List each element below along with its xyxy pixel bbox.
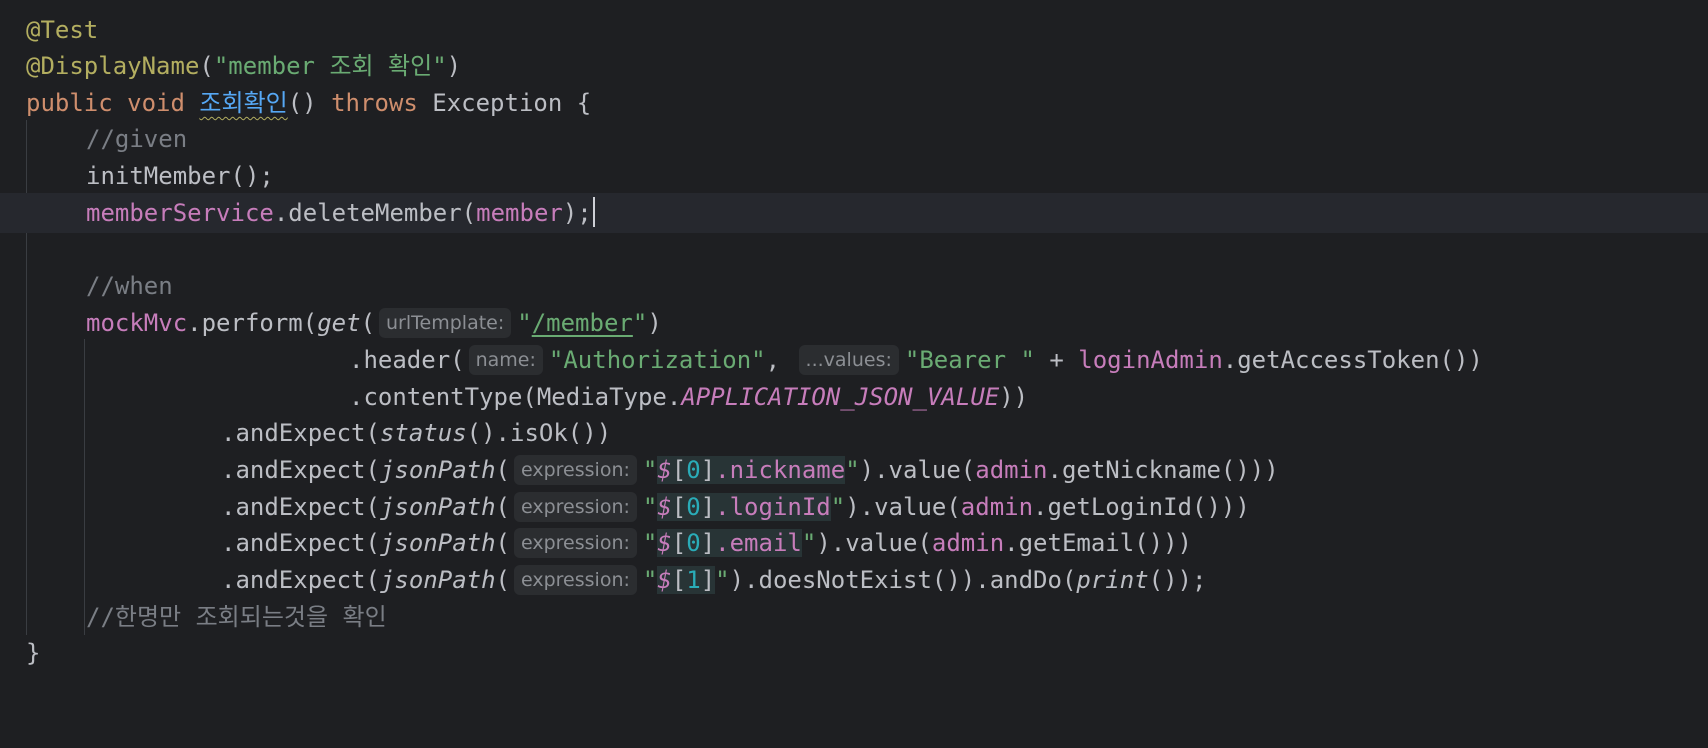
fn-json-path: jsonPath bbox=[379, 456, 496, 484]
param-hint-expression: expression: bbox=[514, 565, 637, 595]
code-line-8[interactable]: mockMvc.perform(get(urlTemplate: "/member… bbox=[0, 303, 1708, 343]
field-mock-mvc: mockMvc bbox=[86, 309, 188, 337]
fn-status: status bbox=[379, 419, 467, 447]
keyword-public: public bbox=[26, 89, 113, 117]
json-path-expression: $[0].nickname bbox=[657, 456, 846, 484]
fn-json-path: jsonPath bbox=[379, 493, 496, 521]
fn-print: print bbox=[1076, 566, 1149, 594]
code-line-15[interactable]: .andExpect(jsonPath(expression: "$[1]").d… bbox=[0, 560, 1708, 600]
keyword-void: void bbox=[127, 89, 185, 117]
field-member: member bbox=[476, 199, 563, 227]
param-hint-expression: expression: bbox=[514, 492, 637, 522]
code-line-9[interactable]: .header(name: "Authorization", ...values:… bbox=[0, 340, 1708, 380]
exception-type: Exception { bbox=[432, 89, 592, 117]
method-name[interactable]: 조회확인 bbox=[199, 89, 287, 117]
param-hint-expression: expression: bbox=[514, 528, 637, 558]
field-admin: admin bbox=[960, 493, 1034, 521]
param-hint-url-template: urlTemplate: bbox=[379, 308, 512, 338]
string-bearer: "Bearer " bbox=[904, 346, 1035, 374]
string-authorization: "Authorization" bbox=[548, 346, 766, 374]
text-caret bbox=[592, 197, 595, 227]
fn-get: get bbox=[317, 309, 361, 337]
keyword-throws: throws bbox=[331, 89, 418, 117]
code-line-4[interactable]: //given bbox=[0, 119, 1708, 159]
code-line-10[interactable]: .contentType(MediaType.APPLICATION_JSON_… bbox=[0, 377, 1708, 417]
code-line-7[interactable]: //when bbox=[0, 266, 1708, 306]
annotation-displayname: @DisplayName bbox=[26, 52, 200, 80]
param-hint-expression: expression: bbox=[514, 455, 637, 485]
field-member-service: memberService bbox=[86, 199, 274, 227]
fn-json-path: jsonPath bbox=[379, 566, 496, 594]
code-line-17[interactable]: } bbox=[0, 633, 1708, 673]
field-admin: admin bbox=[975, 456, 1048, 484]
comment-when: //when bbox=[86, 272, 173, 300]
json-path-expression: $[0].loginId bbox=[657, 493, 831, 521]
json-path-expression: $[0].email bbox=[657, 529, 802, 557]
comment-confirm: //한명만 조회되는것을 확인 bbox=[86, 603, 387, 631]
code-editor[interactable]: @Test @DisplayName("member 조회 확인") publi… bbox=[0, 0, 1708, 748]
code-line-5[interactable]: initMember(); bbox=[0, 156, 1708, 196]
field-login-admin: loginAdmin bbox=[1078, 346, 1223, 374]
code-line-2[interactable]: @DisplayName("member 조회 확인") bbox=[0, 46, 1708, 86]
code-line-13[interactable]: .andExpect(jsonPath(expression: "$[0].log… bbox=[0, 487, 1708, 527]
const-application-json: APPLICATION_JSON_VALUE bbox=[681, 383, 1000, 411]
code-line-12[interactable]: .andExpect(jsonPath(expression: "$[0].nic… bbox=[0, 450, 1708, 490]
code-line-3[interactable]: public void 조회확인() throws Exception { bbox=[0, 83, 1708, 123]
comment-given: //given bbox=[86, 125, 188, 153]
code-line-6-current[interactable]: memberService.deleteMember(member); bbox=[0, 193, 1708, 233]
annotation-test: @Test bbox=[26, 16, 99, 44]
closing-brace: } bbox=[26, 639, 41, 667]
param-hint-values: ...values: bbox=[798, 345, 899, 375]
url-member-link[interactable]: /member bbox=[532, 309, 633, 337]
code-line-16[interactable]: //한명만 조회되는것을 확인 bbox=[0, 597, 1708, 637]
param-hint-name: name: bbox=[468, 345, 543, 375]
init-member-call: initMember(); bbox=[86, 162, 274, 190]
json-path-expression: $[1] bbox=[657, 566, 716, 594]
fn-json-path: jsonPath bbox=[379, 529, 496, 557]
code-line-14[interactable]: .andExpect(jsonPath(expression: "$[0].ema… bbox=[0, 523, 1708, 563]
code-line-11[interactable]: .andExpect(status().isOk()) bbox=[0, 413, 1708, 453]
display-name-string: "member 조회 확인" bbox=[213, 52, 447, 80]
field-admin: admin bbox=[931, 529, 1005, 557]
code-line-1[interactable]: @Test bbox=[0, 10, 1708, 50]
